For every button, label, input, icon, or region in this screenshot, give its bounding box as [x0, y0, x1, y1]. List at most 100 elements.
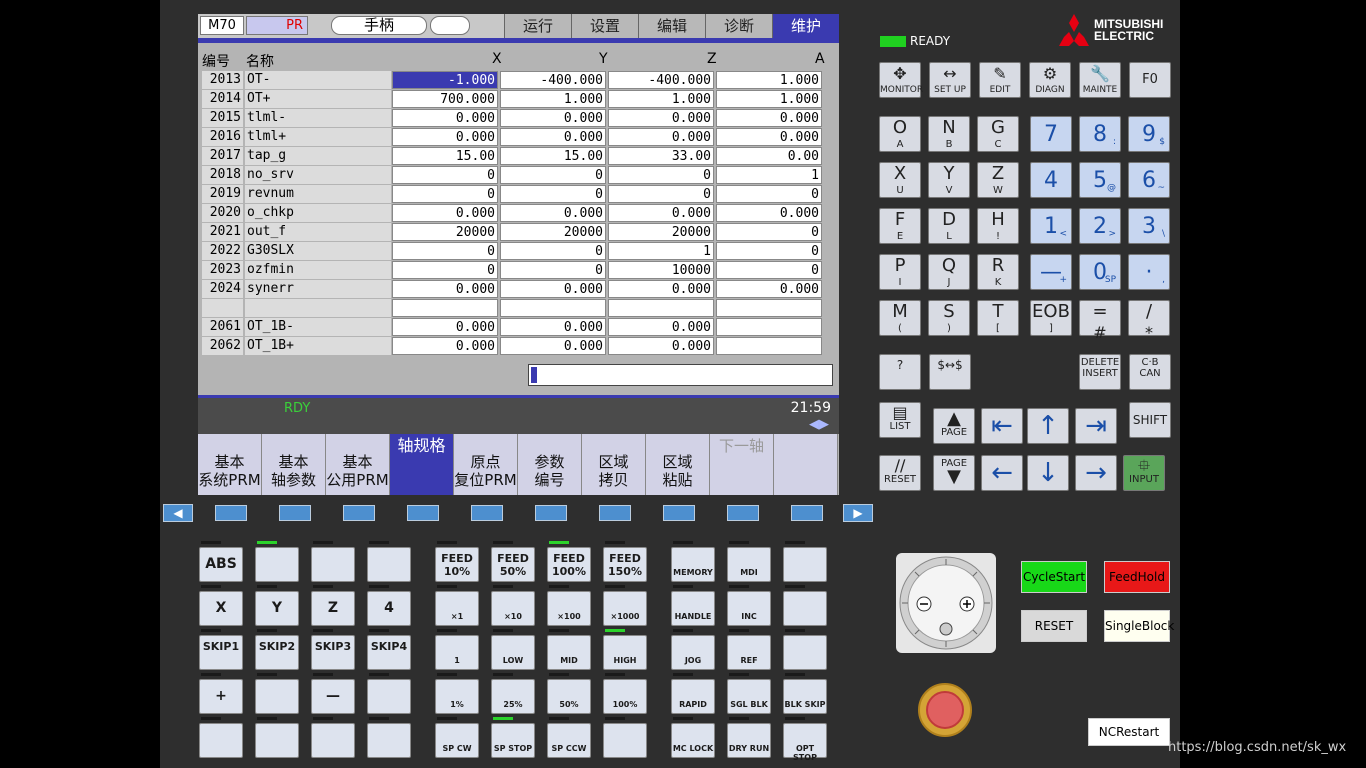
key-s[interactable]: S)	[928, 300, 970, 336]
num-key[interactable]: — +	[1030, 254, 1072, 290]
value-y[interactable]: 20000	[500, 223, 606, 241]
shift-key[interactable]: SHIFT	[1129, 402, 1171, 438]
mode-key[interactable]: DRY RUN	[727, 723, 771, 758]
softkey-2[interactable]: 基本 轴参数	[262, 434, 326, 495]
axis-key[interactable]	[367, 723, 411, 758]
tab-edit[interactable]: 编辑	[638, 14, 705, 38]
function-key-monitor[interactable]: ✥ MONITOR	[879, 62, 923, 98]
num-key[interactable]: 6 ~	[1128, 162, 1170, 198]
rapid-key[interactable]: 1%	[435, 679, 479, 714]
mode-key[interactable]: JOG	[671, 635, 715, 670]
spindle-key[interactable]: SP CW	[435, 723, 479, 758]
tab-operation[interactable]: 运行	[504, 14, 571, 38]
axis-key[interactable]: Z	[311, 591, 355, 626]
menu-right-arrow[interactable]: ▶	[843, 504, 873, 522]
nc-restart-button[interactable]: NCRestart	[1088, 718, 1170, 746]
num-key[interactable]: ·,	[1128, 254, 1170, 290]
value-x[interactable]: 0.000	[392, 280, 498, 298]
mode-key[interactable]: REF	[727, 635, 771, 670]
mode-key[interactable]	[783, 547, 827, 582]
feed-key[interactable]: FEED 100%	[547, 547, 591, 582]
value-a[interactable]: 1.000	[716, 71, 822, 89]
softkey-4[interactable]: 轴规格	[390, 434, 454, 495]
value-z[interactable]: 0	[608, 185, 714, 203]
num-key[interactable]: 1 <	[1030, 208, 1072, 244]
rapid-key[interactable]: 100%	[603, 679, 647, 714]
value-a[interactable]: 0	[716, 185, 822, 203]
menu-function-button[interactable]	[471, 505, 503, 521]
value-a[interactable]: 0	[716, 242, 822, 260]
help-key[interactable]: ?	[879, 354, 921, 390]
axis-key[interactable]: SKIP2	[255, 635, 299, 670]
softkey-3[interactable]: 基本 公用PRM	[326, 434, 390, 495]
axis-key[interactable]	[367, 679, 411, 714]
delete-insert-key[interactable]: DELETE INSERT	[1079, 354, 1121, 390]
value-y[interactable]	[500, 299, 606, 317]
value-a[interactable]	[716, 337, 822, 355]
value-z[interactable]: 10000	[608, 261, 714, 279]
value-x[interactable]: 0.000	[392, 109, 498, 127]
softkey-5[interactable]: 原点 复位PRM	[454, 434, 518, 495]
key-t[interactable]: T[	[977, 300, 1019, 336]
function-key-mainte[interactable]: 🔧 MAINTE	[1079, 62, 1121, 98]
function-key-edit[interactable]: ✎ EDIT	[979, 62, 1021, 98]
value-z[interactable]: 0.000	[608, 318, 714, 336]
num-key[interactable]: 3 \	[1128, 208, 1170, 244]
value-a[interactable]: 0.000	[716, 128, 822, 146]
mode-key[interactable]: SGL BLK	[727, 679, 771, 714]
feed-key[interactable]: FEED 10%	[435, 547, 479, 582]
axis-key[interactable]	[255, 723, 299, 758]
mode-key[interactable]: MC LOCK	[671, 723, 715, 758]
value-y[interactable]: 0	[500, 242, 606, 260]
value-z[interactable]: 0	[608, 166, 714, 184]
page-up-key[interactable]: ▲ PAGE	[933, 408, 975, 444]
handle-key[interactable]: ×100	[547, 591, 591, 626]
value-a[interactable]: 0.000	[716, 204, 822, 222]
softkey-1[interactable]: 基本 系统PRM	[198, 434, 262, 495]
value-x[interactable]: 0	[392, 185, 498, 203]
value-x[interactable]: 15.00	[392, 147, 498, 165]
value-a[interactable]: 0.000	[716, 109, 822, 127]
spindle-key[interactable]	[603, 723, 647, 758]
rapid-key[interactable]: 25%	[491, 679, 535, 714]
num-key[interactable]: 2 >	[1079, 208, 1121, 244]
menu-left-arrow[interactable]: ◀	[163, 504, 193, 522]
handwheel[interactable]	[896, 553, 996, 653]
key-h[interactable]: H!	[977, 208, 1019, 244]
value-z[interactable]: 0.000	[608, 128, 714, 146]
value-z[interactable]: 0.000	[608, 109, 714, 127]
axis-key[interactable]	[367, 547, 411, 582]
axis-key[interactable]: —	[311, 679, 355, 714]
value-z[interactable]: 0.000	[608, 280, 714, 298]
mode-key[interactable]: MEMORY	[671, 547, 715, 582]
handle-key[interactable]: ×1000	[603, 591, 647, 626]
feed-key[interactable]: FEED 150%	[603, 547, 647, 582]
axis-key[interactable]: SKIP1	[199, 635, 243, 670]
tab-maintenance[interactable]: 维护	[772, 14, 839, 38]
jog-key[interactable]: 1	[435, 635, 479, 670]
value-x[interactable]: 0.000	[392, 337, 498, 355]
value-a[interactable]: 1.000	[716, 90, 822, 108]
softkey-8[interactable]: 区域 粘贴	[646, 434, 710, 495]
mode-key[interactable]	[783, 591, 827, 626]
reset-key[interactable]: ∕∕ RESET	[879, 455, 921, 491]
num-key[interactable]: 5 @	[1079, 162, 1121, 198]
function-key-setup[interactable]: ↔ SET UP	[929, 62, 971, 98]
softkey-9[interactable]: 下一轴	[710, 434, 774, 495]
input-key[interactable]: ⯐ INPUT	[1123, 455, 1165, 491]
mode-key[interactable]: BLK SKIP	[783, 679, 827, 714]
mode-key[interactable]: MDI	[727, 547, 771, 582]
axis-key[interactable]	[199, 723, 243, 758]
value-a[interactable]: 0.000	[716, 280, 822, 298]
feed-key[interactable]: FEED 50%	[491, 547, 535, 582]
axis-key[interactable]	[311, 723, 355, 758]
menu-function-button[interactable]	[791, 505, 823, 521]
value-x[interactable]: 0.000	[392, 204, 498, 222]
num-key[interactable]: 4	[1030, 162, 1072, 198]
axis-key[interactable]: +	[199, 679, 243, 714]
key-g[interactable]: GC	[977, 116, 1019, 152]
key-n[interactable]: NB	[928, 116, 970, 152]
end-key[interactable]: ⇥	[1075, 408, 1117, 444]
menu-function-button[interactable]	[727, 505, 759, 521]
menu-function-button[interactable]	[535, 505, 567, 521]
